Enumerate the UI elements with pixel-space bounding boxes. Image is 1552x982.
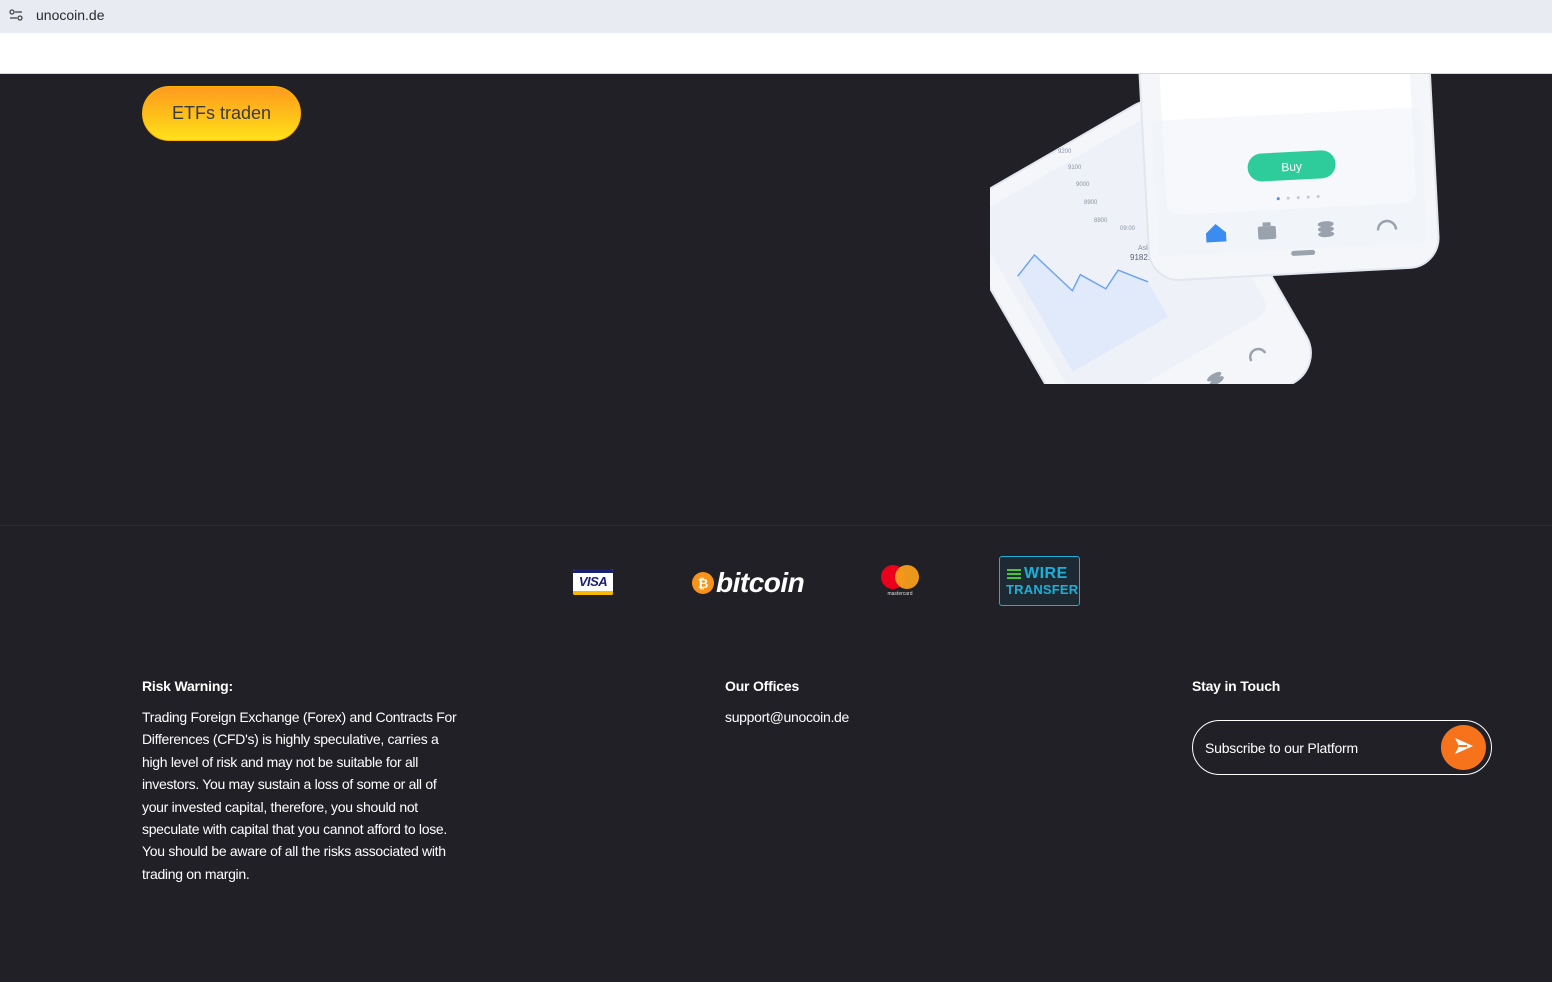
- tune-icon[interactable]: [9, 8, 23, 22]
- support-email-link[interactable]: support@unocoin.de: [725, 709, 849, 725]
- wire-lines-icon: [1007, 569, 1021, 581]
- y-tick: 9200: [1058, 149, 1072, 155]
- section-divider: [0, 525, 1552, 526]
- y-tick: 9100: [1068, 165, 1082, 171]
- subscribe-form: [1192, 720, 1492, 775]
- transfer-text: TRANSFER: [1006, 582, 1079, 597]
- bitcoin-text: bitcoin: [716, 567, 805, 598]
- wire-text: WIRE: [1024, 565, 1068, 582]
- offices-title: Our Offices: [725, 678, 800, 694]
- url-text[interactable]: unocoin.de: [36, 7, 105, 23]
- bitcoin-coin-icon: ₿: [692, 572, 714, 594]
- mastercard-logo: mastercard: [878, 565, 922, 599]
- phone-mockup-illustration: 9200 9100 9000 8900 8800 09:00 Ask 9182.…: [990, 74, 1440, 384]
- subscribe-input[interactable]: [1205, 721, 1435, 774]
- buy-label: Buy: [1281, 159, 1302, 174]
- mastercard-text: mastercard: [887, 591, 913, 597]
- bitcoin-logo: ₿ bitcoin: [692, 563, 805, 603]
- risk-warning-text: Trading Foreign Exchange (Forex) and Con…: [142, 709, 457, 882]
- x-tick: 09:00: [1120, 226, 1136, 232]
- visa-text: VISA: [578, 574, 608, 589]
- etfs-traden-button[interactable]: ETFs traden: [142, 86, 301, 141]
- wire-transfer-logo: WIRE TRANSFER: [999, 556, 1080, 606]
- offices-column: Our Offices support@unocoin.de: [725, 678, 1025, 728]
- risk-warning-column: Risk Warning: Trading Foreign Exchange (…: [142, 678, 462, 885]
- site-header-strip: [0, 33, 1552, 74]
- y-tick: 8900: [1084, 200, 1098, 206]
- send-arrow-icon: [1453, 736, 1475, 759]
- visa-logo: VISA: [573, 569, 613, 595]
- y-tick: 9000: [1076, 182, 1090, 188]
- browser-url-bar[interactable]: unocoin.de: [0, 0, 1552, 33]
- y-tick: 8800: [1094, 218, 1108, 224]
- hero-section: ETFs traden 9200 9100 9000 8900 8800 09:…: [0, 74, 1552, 525]
- front-phone: Buy: [1137, 74, 1440, 281]
- stay-in-touch-title: Stay in Touch: [1192, 678, 1281, 694]
- payment-methods: VISA ₿ bitcoin mastercard WIRE TRANSFER: [0, 555, 1552, 607]
- stay-in-touch-column: Stay in Touch: [1192, 678, 1492, 775]
- risk-warning-title: Risk Warning:: [142, 678, 233, 694]
- subscribe-send-button[interactable]: [1441, 725, 1486, 770]
- coins-icon: [1317, 221, 1335, 238]
